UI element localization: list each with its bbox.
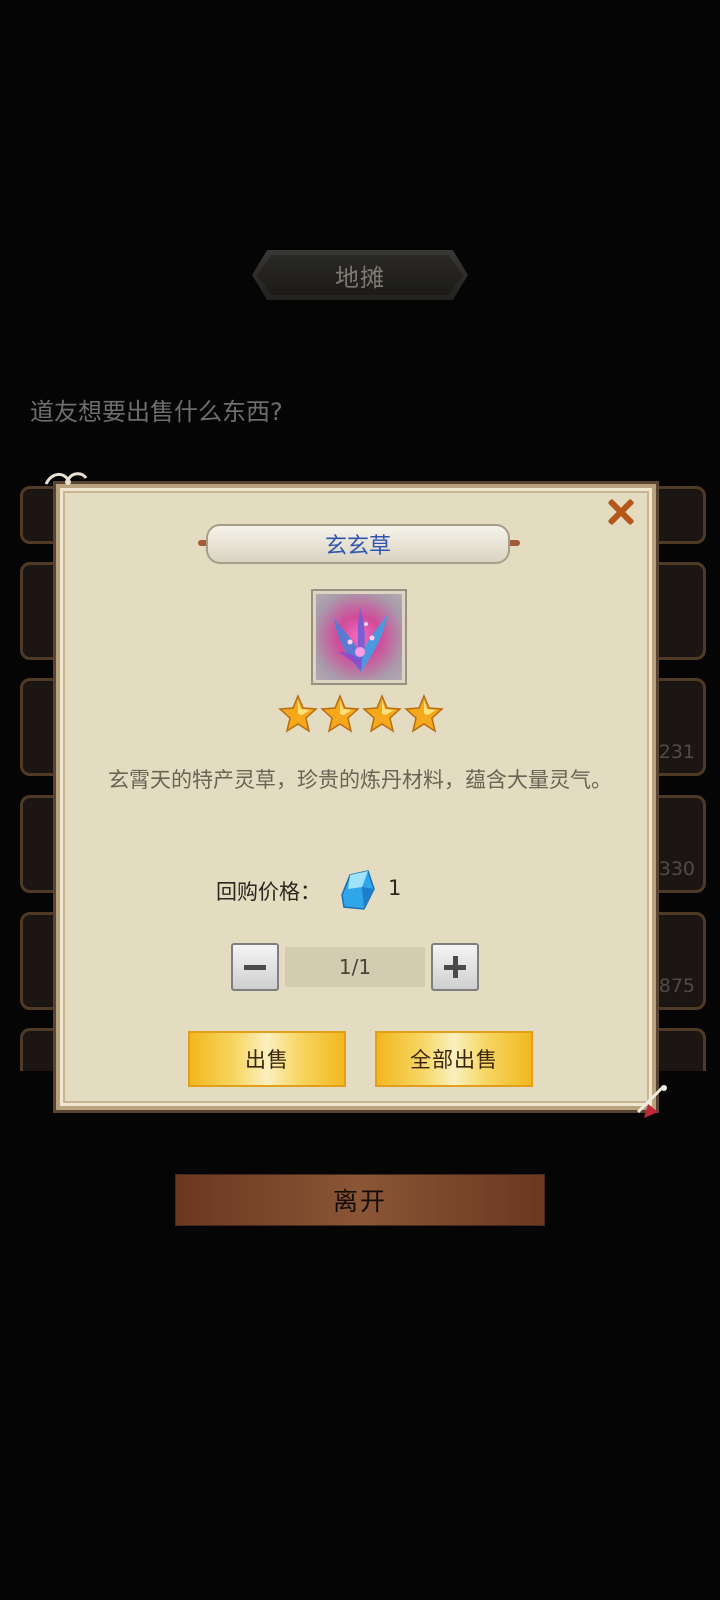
crane-ornament-icon bbox=[636, 1084, 667, 1118]
item-count: 330 bbox=[658, 858, 695, 880]
spirit-herb-icon bbox=[316, 594, 402, 680]
sell-all-button[interactable]: 全部出售 bbox=[375, 1031, 533, 1087]
blue-crystal-icon bbox=[341, 870, 375, 910]
star-icon bbox=[320, 694, 360, 733]
sell-prompt: 道友想要出售什么东西? bbox=[30, 398, 283, 426]
star-icon bbox=[404, 694, 444, 733]
quantity-display: 1/1 bbox=[285, 947, 425, 987]
star-icon bbox=[362, 694, 402, 733]
rarity-stars bbox=[278, 694, 444, 738]
close-icon[interactable] bbox=[604, 496, 638, 530]
sell-button-label: 出售 bbox=[245, 1048, 289, 1072]
decrease-quantity-button[interactable] bbox=[231, 943, 279, 991]
increase-quantity-button[interactable] bbox=[431, 943, 479, 991]
buyback-price-value: 1 bbox=[388, 876, 402, 900]
item-sell-dialog bbox=[56, 484, 656, 1110]
star-icon bbox=[278, 694, 318, 733]
title-plaque: 地摊 bbox=[252, 250, 468, 300]
sell-all-button-label: 全部出售 bbox=[410, 1048, 498, 1072]
leave-button[interactable]: 离开 bbox=[175, 1174, 545, 1226]
cloud-ornament-icon bbox=[44, 472, 88, 485]
sell-button[interactable]: 出售 bbox=[188, 1031, 346, 1087]
item-name: 玄玄草 bbox=[324, 534, 391, 559]
item-count: 875 bbox=[658, 975, 695, 997]
page-title: 地摊 bbox=[257, 255, 463, 295]
item-icon-frame bbox=[311, 589, 407, 685]
item-description: 玄霄天的特产灵草，珍贵的炼丹材料，蕴含大量灵气。 bbox=[108, 768, 612, 792]
quantity-value: 1/1 bbox=[338, 955, 372, 979]
leave-button-label: 离开 bbox=[332, 1187, 387, 1216]
item-count: 231 bbox=[658, 741, 695, 763]
item-name-banner: 玄玄草 bbox=[206, 524, 510, 564]
buyback-price-label: 回购价格： bbox=[216, 880, 321, 904]
